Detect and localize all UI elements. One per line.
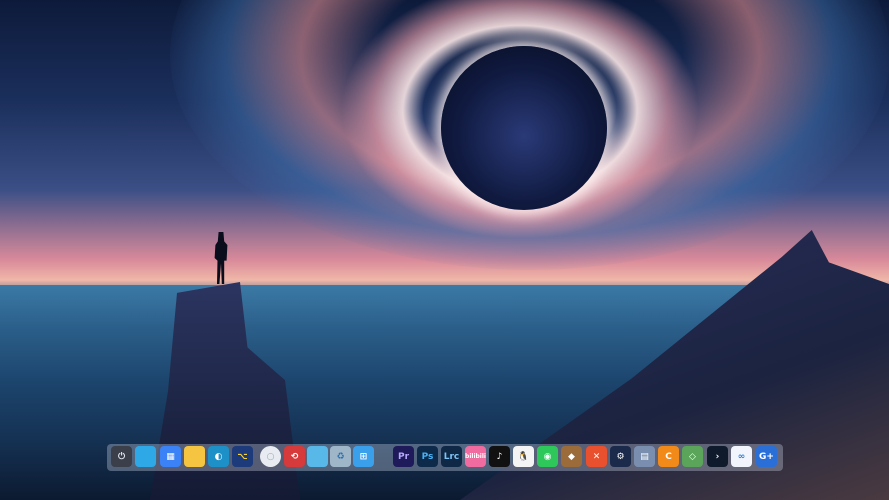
monitor-icon[interactable] [135, 446, 156, 467]
file-explorer-icon[interactable] [184, 446, 205, 467]
wechat-icon[interactable]: ◉ [537, 446, 558, 467]
lightroom-classic-icon[interactable]: Lrc [441, 446, 462, 467]
file-manager-icon[interactable]: ▤ [634, 446, 655, 467]
edge-browser-icon[interactable]: ◐ [208, 446, 229, 467]
wallpaper-black-hole [441, 46, 607, 210]
terminal-arrow-icon[interactable]: › [707, 446, 728, 467]
clock-icon[interactable]: ○ [260, 446, 281, 467]
recycle-bin-icon[interactable]: ♻ [330, 446, 351, 467]
red-app-icon[interactable]: ⟲ [284, 446, 305, 467]
premiere-pro-icon[interactable]: Pr [393, 446, 414, 467]
tiktok-icon[interactable]: ♪ [489, 446, 510, 467]
wallpaper-person-silhouette [214, 232, 228, 284]
baidu-netdisk-icon[interactable]: ∞ [731, 446, 752, 467]
desktop-wallpaper: ⏻ ▦ ◐ ⌥ ○ ⟲ ♻ ⊞ Pr Ps Lrc bilibili ♪ 🐧 ◉ ◆ ✕ ⚙ ▤ C ◇ › ∞ G+ [0, 0, 889, 500]
windows-start-icon[interactable]: ⊞ [353, 446, 374, 467]
xmind-icon[interactable]: ✕ [586, 446, 607, 467]
green-diamond-icon[interactable]: ◇ [682, 446, 703, 467]
script-editor-icon[interactable]: ⌥ [232, 446, 253, 467]
steam-icon[interactable]: ⚙ [610, 446, 631, 467]
power-icon[interactable]: ⏻ [111, 446, 132, 467]
bilibili-icon[interactable]: bilibili [465, 446, 486, 467]
game-icon[interactable]: ◆ [561, 446, 582, 467]
gplus-icon[interactable]: G+ [756, 446, 777, 467]
notepad-icon[interactable] [307, 446, 328, 467]
orange-app-icon[interactable]: C [658, 446, 679, 467]
widgets-icon[interactable]: ▦ [160, 446, 181, 467]
qq-icon[interactable]: 🐧 [513, 446, 534, 467]
photoshop-icon[interactable]: Ps [417, 446, 438, 467]
